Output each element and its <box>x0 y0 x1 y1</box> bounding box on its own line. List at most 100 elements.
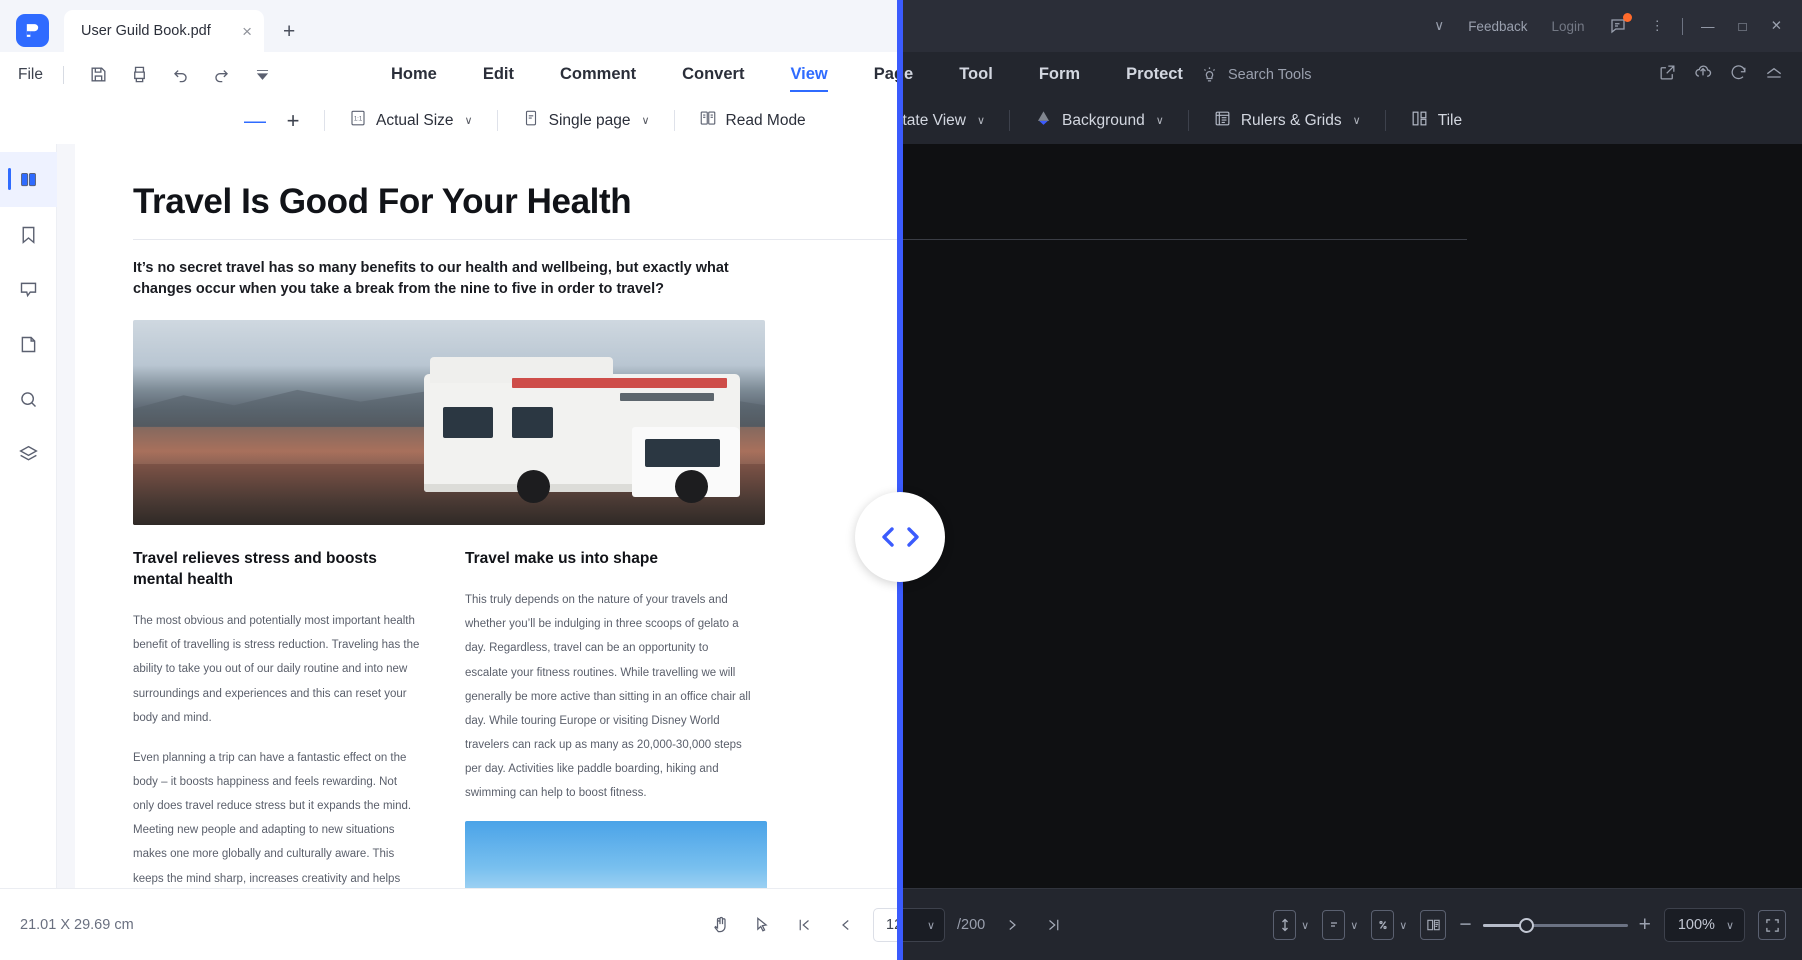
more-dropdown-icon[interactable] <box>244 57 280 93</box>
sidebar-item-layers[interactable] <box>0 427 57 482</box>
tab-protect[interactable]: Protect <box>1103 52 1206 97</box>
document-column-right: Travel make us into shape This truly dep… <box>465 549 767 888</box>
sync-icon[interactable] <box>1729 63 1748 87</box>
background-icon <box>1034 109 1053 133</box>
ribbon-divider <box>63 66 64 84</box>
tile-button[interactable]: Tile <box>1398 102 1474 139</box>
maximize-button[interactable]: □ <box>1727 0 1759 52</box>
tab-tool[interactable]: Tool <box>936 52 1016 97</box>
chevron-down-icon: ∨ <box>464 115 473 127</box>
collapse-chevron-icon[interactable]: ∨ <box>1422 0 1456 52</box>
zoom-slider-dark[interactable]: − + <box>1459 913 1651 937</box>
chevron-down-icon[interactable]: ∨ <box>927 919 935 932</box>
two-page-view-icon[interactable] <box>1420 910 1447 940</box>
chevron-down-icon[interactable]: ∨ <box>1350 919 1358 932</box>
save-icon[interactable] <box>80 57 116 93</box>
page-size-label: 21.01 X 29.69 cm <box>20 917 134 933</box>
chevron-down-icon: ∨ <box>1155 115 1164 127</box>
column-heading-right: Travel make us into shape <box>465 550 658 568</box>
minimize-button[interactable]: — <box>1689 0 1727 52</box>
hero-image-light <box>133 320 765 526</box>
zoom-in-button[interactable]: + <box>1639 913 1651 937</box>
theme-compare-drag-handle[interactable] <box>855 492 945 582</box>
zoom-slider-track[interactable] <box>1482 917 1628 933</box>
tab-comment[interactable]: Comment <box>537 52 659 97</box>
file-menu-button[interactable]: File <box>18 52 43 97</box>
tab-form[interactable]: Form <box>1016 52 1103 97</box>
new-tab-button-light[interactable]: + <box>283 20 295 44</box>
sidebar-item-bookmarks[interactable] <box>0 207 57 262</box>
chevron-down-icon[interactable]: ∨ <box>1399 919 1407 932</box>
hand-tool-icon[interactable] <box>705 910 735 940</box>
zoom-in-button-light[interactable]: + <box>274 102 312 139</box>
chevron-right-icon <box>906 527 919 547</box>
toolbar-divider <box>1384 110 1386 131</box>
left-sidebar-light <box>0 144 57 888</box>
column-paragraph: The most obvious and potentially most im… <box>133 615 420 724</box>
message-badge-icon[interactable] <box>1597 0 1639 52</box>
continuous-scroll-control[interactable]: ∨ <box>1273 910 1309 940</box>
tab-edit[interactable]: Edit <box>460 52 537 97</box>
sky-image-light <box>465 821 767 888</box>
sidebar-item-comments[interactable] <box>0 262 57 317</box>
quick-access-toolbar-light <box>80 52 280 97</box>
tab-home[interactable]: Home <box>368 52 460 97</box>
toolbar-divider <box>1187 110 1189 131</box>
zoom-out-button[interactable]: − <box>1459 913 1471 937</box>
select-cursor-icon[interactable] <box>747 910 777 940</box>
close-window-button[interactable]: ✕ <box>1759 0 1802 52</box>
zoom-out-button-light[interactable]: — <box>236 102 274 139</box>
first-page-icon[interactable] <box>789 910 819 940</box>
document-tab-light[interactable]: User Guild Book.pdf × <box>64 10 264 52</box>
tile-icon <box>1410 109 1429 133</box>
document-column-left: Travel relieves stress and boosts mental… <box>133 549 421 888</box>
sidebar-item-search[interactable] <box>0 372 57 427</box>
column-paragraph: Even planning a trip can have a fantasti… <box>133 751 412 885</box>
more-options-icon[interactable]: ⋮ <box>1639 0 1677 52</box>
zoom-level-select[interactable]: 100% ∨ <box>1663 908 1745 942</box>
view-zoom-controls-dark: ∨ ∨ ∨ − + 100% ∨ <box>1273 889 1786 960</box>
actual-size-button[interactable]: 1:1 Actual Size ∨ <box>337 102 485 139</box>
app-window: User Guild Book.pdf × + ∨ Feedback Login… <box>0 0 1802 960</box>
zoom-level-value: 100% <box>1677 917 1715 933</box>
titlebar-controls-dark: ∨ Feedback Login ⋮ — □ ✕ <box>1422 0 1802 52</box>
single-page-button[interactable]: Single page ∨ <box>510 102 662 139</box>
print-icon[interactable] <box>121 57 157 93</box>
rulers-grids-icon <box>1213 109 1232 133</box>
sidebar-item-attachments[interactable] <box>0 317 57 372</box>
toolbar-divider <box>673 110 675 131</box>
sidebar-item-thumbnails[interactable] <box>0 152 57 207</box>
single-page-view-control[interactable]: ∨ <box>1322 910 1358 940</box>
chevron-down-icon[interactable]: ∨ <box>1301 919 1309 932</box>
next-page-icon[interactable] <box>997 910 1027 940</box>
prev-page-icon[interactable] <box>831 910 861 940</box>
read-mode-button[interactable]: Read Mode <box>687 102 818 139</box>
column-paragraph: This truly depends on the nature of your… <box>465 594 751 800</box>
chevron-down-icon: ∨ <box>976 115 986 127</box>
last-page-icon[interactable] <box>1039 910 1069 940</box>
toolbar-divider <box>324 110 325 131</box>
background-button[interactable]: Background ∨ <box>1022 102 1176 139</box>
tab-convert[interactable]: Convert <box>659 52 767 97</box>
page-fit-icon <box>1371 910 1395 940</box>
login-button[interactable]: Login <box>1539 0 1596 52</box>
tab-view[interactable]: View <box>767 52 850 97</box>
close-tab-icon[interactable]: × <box>242 23 252 40</box>
actual-size-icon: 1:1 <box>349 109 367 132</box>
theme-compare-divider[interactable] <box>897 0 903 960</box>
redo-icon[interactable] <box>203 57 239 93</box>
chevron-down-icon[interactable]: ∨ <box>1726 919 1734 932</box>
undo-icon[interactable] <box>162 57 198 93</box>
zoom-slider-knob[interactable] <box>1518 917 1534 933</box>
rulers-grids-button[interactable]: Rulers & Grids ∨ <box>1201 102 1373 139</box>
feedback-button[interactable]: Feedback <box>1456 0 1539 52</box>
tile-label: Tile <box>1437 111 1463 129</box>
page-fit-control[interactable]: ∨ <box>1371 910 1407 940</box>
collapse-ribbon-icon[interactable] <box>1764 65 1784 84</box>
single-page-icon <box>522 109 540 132</box>
fullscreen-icon[interactable] <box>1758 910 1786 940</box>
share-external-icon[interactable] <box>1658 63 1677 87</box>
cloud-upload-icon[interactable] <box>1693 62 1713 87</box>
zoom-out-glyph: — <box>244 107 266 133</box>
search-tools-dark[interactable]: Search Tools <box>1200 52 1312 97</box>
